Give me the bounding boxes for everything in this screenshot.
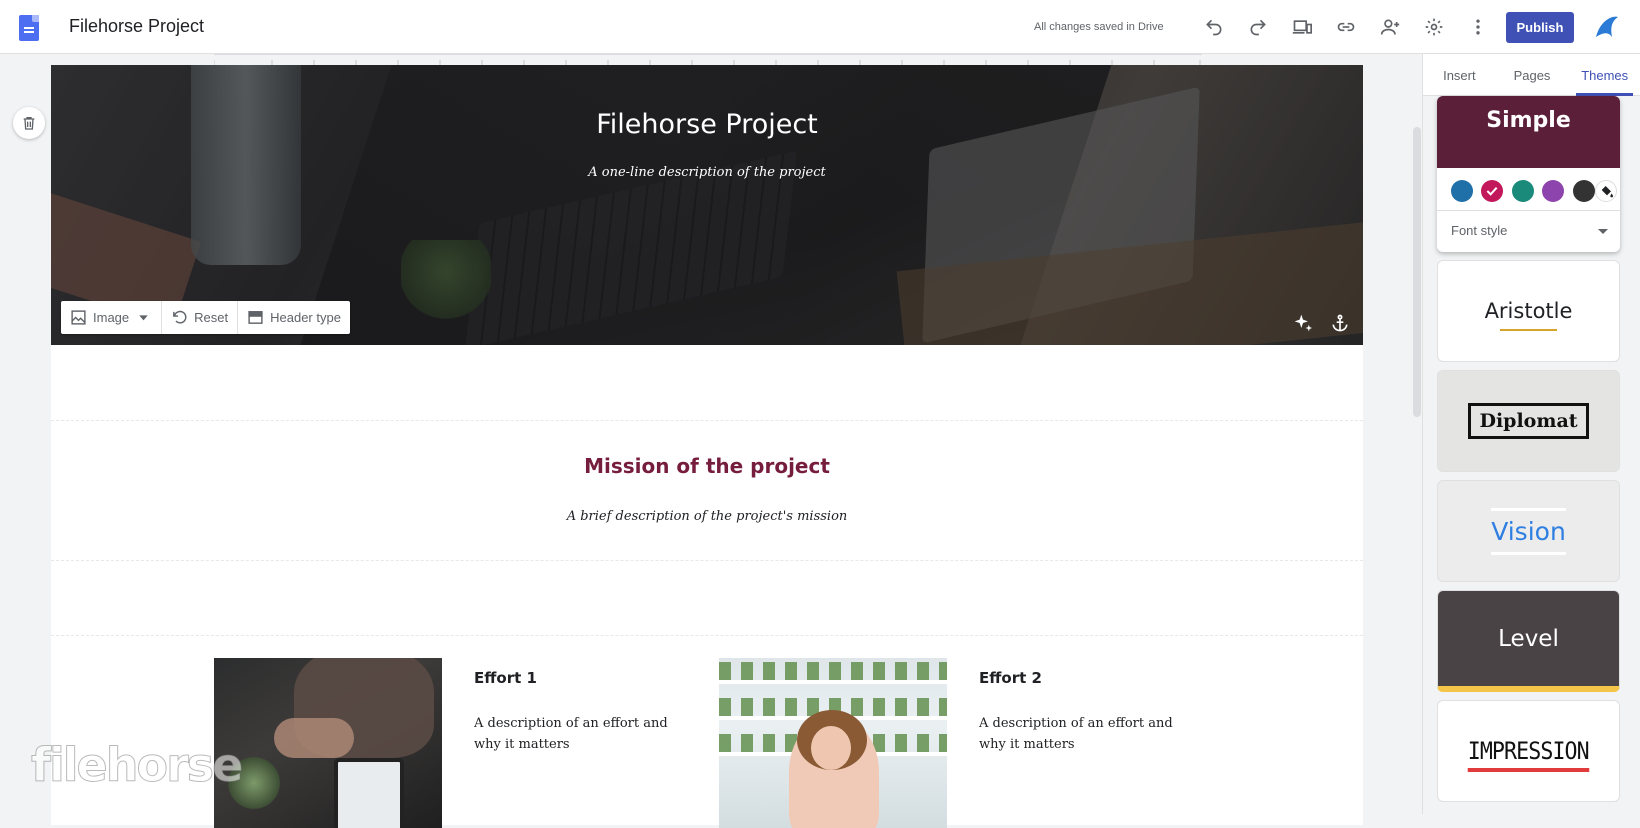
mission-title[interactable]: Mission of the project: [51, 454, 1363, 478]
image-icon: [71, 310, 86, 325]
site-title[interactable]: Filehorse Project: [51, 109, 1363, 140]
chevron-down-icon: [1598, 229, 1608, 234]
page-canvas: Filehorse Project A one-line description…: [51, 65, 1363, 828]
theme-level[interactable]: Level: [1437, 590, 1620, 692]
effort-1-title[interactable]: Effort 1: [474, 669, 537, 687]
section-divider: [51, 560, 1363, 561]
effort-2-description[interactable]: A description of an effort and why it ma…: [979, 713, 1199, 755]
publish-button[interactable]: Publish: [1506, 12, 1574, 43]
reset-icon: [173, 310, 187, 324]
header-type-icon: [248, 311, 263, 324]
panel-tabs: Insert Pages Themes: [1423, 54, 1640, 96]
theme-level-name: Level: [1498, 625, 1559, 652]
theme-simple[interactable]: Simple Font style: [1437, 96, 1620, 252]
header-type-label: Header type: [270, 310, 341, 325]
effort-1-image[interactable]: [214, 658, 442, 828]
theme-vision[interactable]: Vision: [1437, 480, 1620, 582]
font-style-select[interactable]: Font style: [1437, 210, 1620, 252]
theme-simple-name: Simple: [1486, 108, 1571, 133]
theme-diplomat[interactable]: Diplomat: [1437, 370, 1620, 472]
chevron-down-icon: [139, 315, 148, 321]
theme-aristotle-name: Aristotle: [1484, 299, 1573, 331]
color-swatch-dark[interactable]: [1573, 180, 1595, 202]
document-title[interactable]: Filehorse Project: [69, 16, 204, 37]
themes-panel: Insert Pages Themes Simple Font style Ar…: [1422, 54, 1640, 814]
color-swatch-pink-selected[interactable]: [1481, 180, 1503, 202]
ruler: [213, 54, 1202, 66]
redo-icon[interactable]: [1245, 14, 1271, 40]
save-status: All changes saved in Drive: [1034, 21, 1164, 33]
top-bar: Filehorse Project All changes saved in D…: [0, 0, 1640, 54]
theme-simple-preview[interactable]: Simple: [1437, 96, 1620, 168]
font-style-label: Font style: [1451, 223, 1508, 238]
theme-impression-name: IMPRESSION: [1467, 737, 1590, 772]
preview-devices-icon[interactable]: [1289, 14, 1315, 40]
trash-icon: [23, 117, 35, 130]
color-swatch-teal[interactable]: [1512, 180, 1534, 202]
tab-themes[interactable]: Themes: [1568, 54, 1640, 96]
delete-section-button[interactable]: [13, 107, 45, 139]
reset-label: Reset: [194, 310, 229, 325]
avatar[interactable]: [1590, 11, 1622, 43]
effort-1-description[interactable]: A description of an effort and why it ma…: [474, 713, 694, 755]
anchor-icon[interactable]: [1329, 312, 1351, 334]
watermark-logo: filehorse: [30, 738, 243, 793]
tab-pages[interactable]: Pages: [1496, 54, 1569, 95]
theme-vision-name: Vision: [1491, 507, 1566, 555]
effort-2-image[interactable]: [719, 658, 947, 828]
section-divider: [51, 420, 1363, 421]
more-icon[interactable]: [1465, 14, 1491, 40]
custom-color-button[interactable]: [1595, 180, 1617, 202]
image-menu-button[interactable]: Image: [61, 301, 161, 334]
header-image-toolbar: Image Reset Header type: [61, 301, 350, 334]
mission-description[interactable]: A brief description of the project's mis…: [51, 509, 1363, 524]
color-swatch-blue[interactable]: [1451, 180, 1473, 202]
theme-diplomat-name: Diplomat: [1468, 403, 1589, 439]
site-description[interactable]: A one-line description of the project: [51, 165, 1363, 180]
main-scrollbar[interactable]: [1413, 127, 1421, 417]
settings-icon[interactable]: [1421, 14, 1447, 40]
header-type-button[interactable]: Header type: [237, 301, 350, 334]
link-icon[interactable]: [1333, 14, 1359, 40]
undo-icon[interactable]: [1201, 14, 1227, 40]
share-icon[interactable]: [1377, 14, 1403, 40]
tab-insert[interactable]: Insert: [1423, 54, 1496, 95]
sparkle-icon[interactable]: [1292, 312, 1314, 334]
check-icon: [1486, 186, 1498, 196]
image-menu-label: Image: [93, 310, 130, 325]
theme-aristotle[interactable]: Aristotle: [1437, 260, 1620, 362]
header-image[interactable]: Filehorse Project A one-line description…: [51, 65, 1363, 345]
section-divider: [51, 635, 1363, 636]
effort-2-title[interactable]: Effort 2: [979, 669, 1042, 687]
color-swatch-purple[interactable]: [1542, 180, 1564, 202]
paint-bucket-icon: [1601, 186, 1613, 198]
reset-button[interactable]: Reset: [161, 301, 237, 334]
sites-logo-icon[interactable]: [19, 15, 39, 41]
theme-impression[interactable]: IMPRESSION: [1437, 700, 1620, 802]
